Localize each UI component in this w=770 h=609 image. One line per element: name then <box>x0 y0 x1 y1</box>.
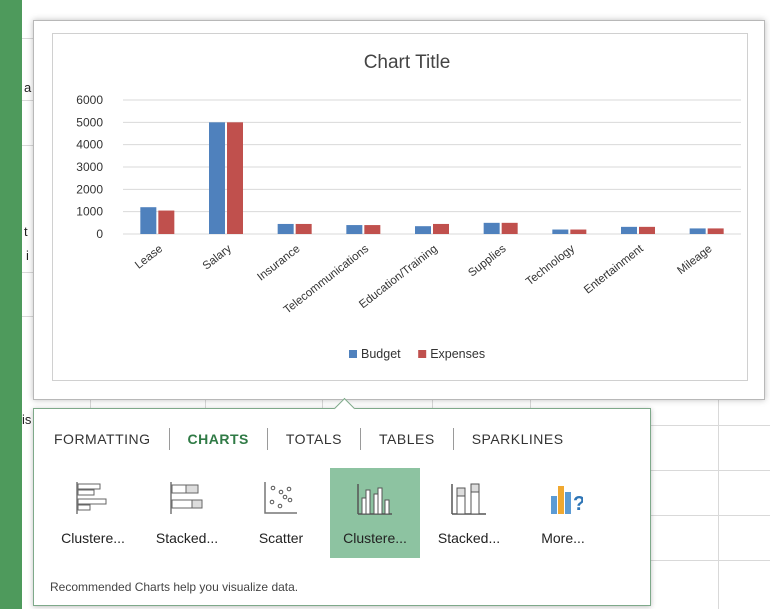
bar-budget <box>140 207 157 234</box>
tile-label: Stacked... <box>437 530 501 546</box>
bar-expenses <box>433 223 449 234</box>
tab-charts[interactable]: CHARTS <box>170 431 267 447</box>
y-tick-label: 1000 <box>76 205 103 219</box>
y-tick-label: 5000 <box>76 115 103 129</box>
bar-expenses <box>570 229 587 234</box>
clustered-column-option[interactable]: Clustere... <box>330 468 420 558</box>
category-label: Supplies <box>466 243 508 280</box>
stacked-bar-option[interactable]: Stacked... <box>142 468 232 558</box>
y-tick-label: 6000 <box>76 93 103 107</box>
bar-budget <box>415 226 431 234</box>
help-text: Recommended Charts help you visualize da… <box>50 580 299 594</box>
clustered-column-chart: Chart Title 0 1000 2000 3000 4000 5000 6000 Lea… <box>76 52 741 361</box>
tile-label: Stacked... <box>155 530 219 546</box>
scatter-icon <box>261 478 301 518</box>
clustered-column-icon <box>355 478 395 518</box>
y-tick-label: 2000 <box>76 182 103 196</box>
cell-fragment: a <box>24 80 32 95</box>
clustered-bar-icon <box>73 478 113 518</box>
bar-budget <box>277 223 294 234</box>
category-label: Entertainment <box>582 242 646 296</box>
bar-expenses <box>158 210 175 234</box>
chart-options: Clustere... Stacked... Scatter Clustere.… <box>48 468 612 558</box>
quick-analysis-panel: FORMATTING CHARTS TOTALS TABLES SPARKLIN… <box>33 397 651 606</box>
chart-title: Chart Title <box>364 52 451 73</box>
bar-expenses <box>639 226 655 234</box>
bar-budget <box>621 226 637 234</box>
bar-budget <box>689 228 706 234</box>
bar-budget <box>346 225 363 234</box>
chart-preview: Chart Title 0 1000 2000 3000 4000 5000 6000 Lea… <box>33 20 765 400</box>
bar-expenses <box>227 122 243 234</box>
clustered-bar-option[interactable]: Clustere... <box>48 468 138 558</box>
tile-label: More... <box>541 530 585 546</box>
legend-swatch <box>349 350 357 358</box>
more-charts-option[interactable]: ? More... <box>518 468 608 558</box>
tile-label: Clustere... <box>61 530 125 546</box>
tab-sparklines[interactable]: SPARKLINES <box>454 431 582 447</box>
selection-border <box>0 0 22 609</box>
bar-expenses <box>295 223 312 234</box>
tile-label: Scatter <box>258 530 304 546</box>
more-charts-icon: ? <box>543 478 583 518</box>
stacked-column-icon <box>449 478 489 518</box>
bar-budget <box>209 122 225 234</box>
bar-budget <box>552 229 569 234</box>
category-label: Insurance <box>255 243 302 284</box>
category-label: Salary <box>201 243 234 273</box>
scatter-option[interactable]: Scatter <box>236 468 326 558</box>
cell-fragment: is <box>22 412 32 427</box>
legend-label: Budget <box>361 347 401 361</box>
tab-totals[interactable]: TOTALS <box>268 431 360 447</box>
y-tick-label: 4000 <box>76 138 103 152</box>
stacked-column-option[interactable]: Stacked... <box>424 468 514 558</box>
chart-area: Chart Title 0 1000 2000 3000 4000 5000 6000 Lea… <box>52 33 748 381</box>
tile-label: Clustere... <box>343 530 407 546</box>
bar-expenses <box>501 222 518 234</box>
y-tick-label: 3000 <box>76 160 103 174</box>
category-label: Lease <box>133 243 165 272</box>
quick-analysis-tabs: FORMATTING CHARTS TOTALS TABLES SPARKLIN… <box>54 428 582 450</box>
tab-tables[interactable]: TABLES <box>361 431 453 447</box>
category-label: Mileage <box>675 243 714 277</box>
legend-swatch <box>418 350 427 358</box>
bar-expenses <box>707 228 724 234</box>
cell-fragment: i <box>26 248 29 263</box>
y-tick-label: 0 <box>96 227 103 241</box>
legend-label: Expenses <box>430 347 485 361</box>
category-label: Technology <box>524 243 577 288</box>
cell-fragment: t <box>24 224 28 239</box>
svg-text:?: ? <box>573 493 583 515</box>
tab-formatting[interactable]: FORMATTING <box>54 431 169 447</box>
bar-expenses <box>364 225 381 234</box>
stacked-bar-icon <box>167 478 207 518</box>
bar-budget <box>483 222 500 234</box>
